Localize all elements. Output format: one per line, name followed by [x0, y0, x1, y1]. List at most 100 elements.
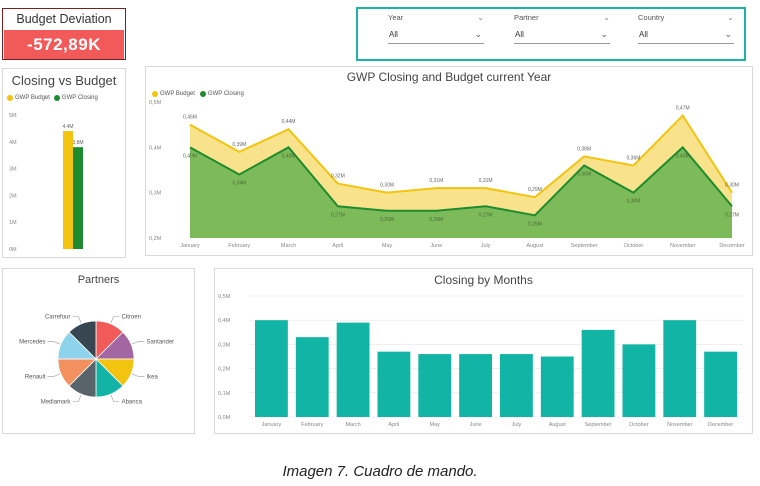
x-tick-label: June: [470, 422, 482, 428]
y-tick-label: 1M: [9, 220, 17, 226]
country-slicer[interactable]: Country ⌄ All ⌄: [638, 13, 734, 44]
y-tick-label: 0,3M: [218, 342, 231, 348]
slice-label: Abanca: [122, 399, 143, 405]
x-tick-label: March: [345, 422, 360, 428]
leader-line: [110, 394, 120, 402]
chevron-down-icon[interactable]: ⌄: [474, 29, 482, 40]
country-dropdown-value: All: [639, 30, 648, 39]
chevron-down-icon[interactable]: ⌄: [603, 13, 610, 22]
data-label-budget: 0,39M: [232, 142, 246, 148]
bar: [581, 329, 615, 417]
y-tick-label: 4M: [9, 140, 17, 146]
year-dropdown[interactable]: All ⌄: [388, 29, 484, 44]
chevron-down-icon[interactable]: ⌄: [600, 29, 608, 40]
data-label-budget: 0,31M: [479, 178, 493, 184]
partner-slicer-label: Partner: [514, 13, 539, 22]
slice-label: Santander: [146, 339, 174, 345]
y-tick-label: 0,4M: [218, 318, 231, 324]
data-label-budget: 0,36M: [627, 155, 641, 161]
partners-panel: Partners Citroen Santander Ikea Abanca Media…: [2, 268, 195, 434]
data-label-closing: 0,30M: [627, 199, 641, 205]
data-label-closing: 0,40M: [183, 153, 197, 159]
closing-vs-budget-panel: Closing vs Budget GWP Budget GWP Closing…: [2, 68, 126, 258]
data-label-closing: 0,27M: [725, 212, 739, 218]
year-dropdown-value: All: [389, 30, 398, 39]
data-label-budget: 0,47M: [676, 106, 690, 112]
bar: [459, 354, 492, 417]
leader-line: [47, 373, 61, 377]
data-label-budget: 0,32M: [331, 174, 345, 180]
y-tick-label: 3M: [9, 167, 17, 173]
x-tick-label: October: [629, 422, 649, 428]
bar: [336, 322, 370, 417]
data-label-budget: 0,29M: [528, 187, 542, 193]
slice-label: Citroen: [122, 315, 141, 321]
leader-line: [131, 373, 145, 377]
bar: [704, 351, 737, 417]
y-tick-label: 0,2M: [218, 367, 231, 373]
bar: [255, 320, 288, 417]
budget-deviation-card: Budget Deviation -572,89K: [2, 8, 126, 60]
y-tick-label: 0,3M: [149, 191, 162, 197]
chevron-down-icon[interactable]: ⌄: [477, 13, 484, 22]
bar-budget: [63, 131, 73, 249]
data-label-closing: 0,25M: [528, 221, 542, 227]
slice-label: Carrefour: [45, 315, 70, 321]
data-label-budget: 0,30M: [725, 183, 739, 189]
x-tick-label: November: [670, 243, 696, 249]
country-slicer-label: Country: [638, 13, 665, 22]
data-label-closing: 0,40M: [282, 153, 296, 159]
x-tick-label: February: [228, 243, 250, 249]
year-slicer-label: Year: [388, 13, 404, 22]
x-tick-label: June: [430, 243, 442, 249]
chevron-down-icon[interactable]: ⌄: [727, 13, 734, 22]
data-label-budget: 0,38M: [577, 146, 591, 152]
closing-by-months-panel: Closing by Months 0,0M 0,1M 0,2M 0,3M 0,4M 0,…: [214, 268, 753, 434]
bar: [540, 356, 574, 417]
data-label-closing: 0,26M: [429, 217, 443, 223]
filter-panel: Year ⌄ All ⌄ Partner ⌄ All ⌄ Country ⌄ A…: [356, 7, 746, 61]
kpi-value: -572,89K: [4, 30, 124, 59]
closing-by-months-chart: 0,0M 0,1M 0,2M 0,3M 0,4M 0,5M January February M…: [218, 294, 743, 428]
data-label-closing: 0,36M: [577, 171, 591, 177]
leader-line: [72, 316, 82, 324]
data-label-closing: 0,27M: [479, 212, 493, 218]
slice-label: Mercedes: [19, 339, 45, 345]
data-label-budget: 0,44M: [282, 119, 296, 125]
leader-line: [72, 394, 82, 402]
chevron-down-icon[interactable]: ⌄: [724, 29, 732, 40]
y-tick-label: 0,4M: [149, 145, 162, 151]
x-tick-label: February: [301, 422, 323, 428]
leader-line: [47, 341, 61, 345]
slice-label: Renault: [25, 375, 46, 381]
x-tick-label: May: [382, 243, 393, 249]
year-slicer[interactable]: Year ⌄ All ⌄: [388, 13, 484, 44]
data-label-budget: 0,30M: [380, 183, 394, 189]
y-tick-label: 0M: [9, 247, 17, 253]
data-label-closing: 0,26M: [380, 217, 394, 223]
gwp-area-chart: 0,2M 0,3M 0,4M 0,5M 0,45M 0,39M 0,44M 0,32M 0,30…: [149, 100, 745, 249]
slice-label: Mediamark: [41, 399, 72, 405]
country-dropdown[interactable]: All ⌄: [638, 29, 734, 44]
leader-line: [110, 316, 120, 324]
y-tick-label: 0,5M: [218, 294, 231, 300]
bar: [500, 354, 533, 417]
data-label-budget: 0,31M: [429, 178, 443, 184]
leader-line: [131, 341, 145, 345]
bar: [295, 337, 329, 417]
x-tick-label: April: [388, 422, 399, 428]
bar-closing: [73, 147, 83, 249]
x-tick-label: January: [262, 422, 282, 428]
figure-caption: Imagen 7. Cuadro de mando.: [282, 463, 478, 480]
x-tick-label: March: [281, 243, 296, 249]
closing-vs-budget-chart: 0M 1M 2M 3M 4M 5M 4,4M 3,8M: [9, 113, 84, 253]
x-tick-label: August: [526, 243, 544, 249]
x-tick-label: September: [585, 422, 612, 428]
partner-dropdown[interactable]: All ⌄: [514, 29, 610, 44]
y-tick-label: 5M: [9, 113, 17, 119]
partners-pie-chart: Citroen Santander Ikea Abanca Mediamark Renau…: [19, 315, 174, 406]
data-label-closing: 0,40M: [676, 153, 690, 159]
y-tick-label: 0,0M: [218, 415, 231, 421]
partner-slicer[interactable]: Partner ⌄ All ⌄: [514, 13, 610, 44]
x-tick-label: October: [624, 243, 644, 249]
